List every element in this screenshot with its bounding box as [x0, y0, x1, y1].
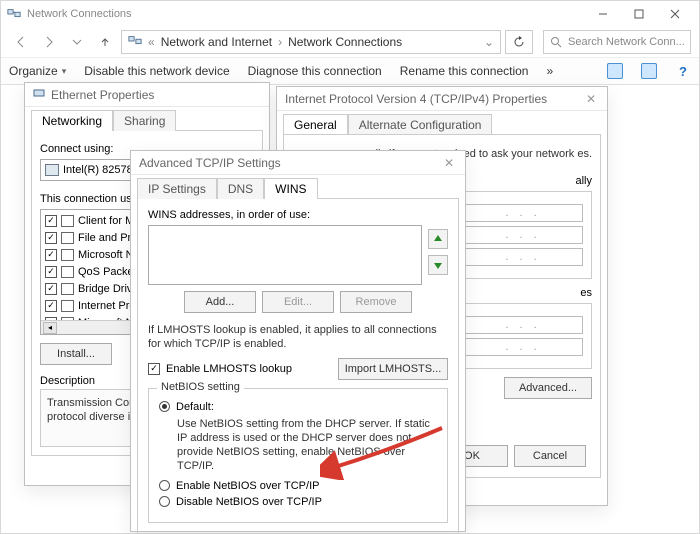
service-icon — [61, 232, 74, 244]
refresh-button[interactable] — [505, 30, 533, 54]
dialog-title: Ethernet Properties — [51, 88, 154, 102]
netbios-enable-radio[interactable] — [159, 480, 170, 491]
enable-lmhosts-checkbox[interactable] — [148, 363, 160, 375]
adapter-icon — [45, 164, 59, 176]
move-up-button[interactable] — [428, 229, 448, 249]
netbios-disable-radio[interactable] — [159, 496, 170, 507]
tab-sharing[interactable]: Sharing — [113, 110, 176, 131]
netbios-default-desc: Use NetBIOS setting from the DHCP server… — [177, 417, 437, 474]
breadcrumb[interactable]: « Network and Internet › Network Connect… — [121, 30, 501, 54]
explorer-command-bar: Organize▾ Disable this network device Di… — [1, 57, 699, 85]
close-icon[interactable]: ✕ — [583, 91, 599, 107]
preview-pane-icon[interactable] — [641, 63, 657, 79]
ip-field: . . . — [463, 204, 583, 222]
search-placeholder: Search Network Conn... — [568, 36, 685, 48]
cancel-button[interactable]: Cancel — [514, 445, 586, 467]
wins-addresses-list[interactable] — [148, 225, 422, 285]
explorer-addressbar: « Network and Internet › Network Connect… — [1, 27, 699, 57]
network-connections-icon — [7, 7, 21, 21]
ip-field: . . . — [463, 226, 583, 244]
adapter-name: Intel(R) 82578 — [63, 164, 133, 176]
view-options-icon[interactable] — [607, 63, 623, 79]
checkbox[interactable] — [45, 232, 57, 244]
import-lmhosts-button[interactable]: Import LMHOSTS... — [338, 358, 448, 380]
chevron-right-icon: › — [278, 35, 282, 49]
tab-general[interactable]: General — [283, 114, 348, 135]
netbios-enable-label: Enable NetBIOS over TCP/IP — [176, 480, 319, 492]
ethernet-properties-titlebar: Ethernet Properties — [25, 83, 269, 107]
service-icon — [61, 300, 74, 312]
service-icon — [61, 215, 74, 227]
advanced-tcpip-titlebar: Advanced TCP/IP Settings ✕ — [131, 151, 465, 175]
maximize-button[interactable] — [621, 2, 657, 26]
wins-addresses-label: WINS addresses, in order of use: — [148, 209, 448, 221]
dialog-title: Internet Protocol Version 4 (TCP/IPv4) P… — [285, 92, 547, 106]
checkbox[interactable] — [45, 283, 57, 295]
lmhosts-hint: If LMHOSTS lookup is enabled, it applies… — [148, 323, 448, 352]
service-icon — [61, 283, 74, 295]
ip-field: . . . — [463, 316, 583, 334]
service-icon — [61, 266, 74, 278]
advanced-tcpip-dialog: Advanced TCP/IP Settings ✕ IP Settings D… — [130, 150, 466, 532]
remove-button[interactable]: Remove — [340, 291, 412, 313]
cmd-diagnose[interactable]: Diagnose this connection — [248, 64, 382, 78]
minimize-button[interactable] — [585, 2, 621, 26]
netbios-legend: NetBIOS setting — [157, 381, 244, 393]
breadcrumb-root[interactable]: Network and Internet — [161, 35, 272, 49]
checkbox[interactable] — [45, 249, 57, 261]
checkbox[interactable] — [45, 266, 57, 278]
tab-dns[interactable]: DNS — [217, 178, 264, 199]
nav-recent[interactable] — [65, 30, 89, 54]
tab-wins[interactable]: WINS — [264, 178, 317, 199]
close-button[interactable] — [657, 2, 693, 26]
search-input[interactable]: Search Network Conn... — [543, 30, 691, 54]
breadcrumb-icon — [128, 34, 142, 51]
ip-field: . . . — [463, 338, 583, 356]
dialog-title: Advanced TCP/IP Settings — [139, 156, 281, 170]
ip-field: . . . — [463, 248, 583, 266]
nav-back[interactable] — [9, 30, 33, 54]
cmd-organize[interactable]: Organize▾ — [9, 64, 66, 78]
tab-alternate-configuration[interactable]: Alternate Configuration — [348, 114, 493, 135]
cmd-disable-device[interactable]: Disable this network device — [84, 64, 229, 78]
ipv4-titlebar: Internet Protocol Version 4 (TCP/IPv4) P… — [277, 87, 607, 111]
checkbox[interactable] — [45, 215, 57, 227]
chevron-left-icon: « — [148, 35, 155, 49]
breadcrumb-dropdown[interactable]: ⌄ — [484, 35, 494, 49]
checkbox[interactable] — [45, 300, 57, 312]
obtain-ip-auto-label: ally — [575, 175, 592, 187]
breadcrumb-leaf[interactable]: Network Connections — [288, 35, 402, 49]
netbios-default-radio[interactable] — [159, 401, 170, 412]
tab-ip-settings[interactable]: IP Settings — [137, 178, 217, 199]
add-button[interactable]: Add... — [184, 291, 256, 313]
netbios-disable-label: Disable NetBIOS over TCP/IP — [176, 496, 322, 508]
explorer-title: Network Connections — [27, 8, 132, 20]
search-icon — [550, 36, 562, 48]
obtain-dns-auto-label: es — [580, 287, 592, 299]
install-button[interactable]: Install... — [40, 343, 112, 365]
netbios-group: NetBIOS setting Default: Use NetBIOS set… — [148, 388, 448, 523]
nav-forward[interactable] — [37, 30, 61, 54]
advanced-button[interactable]: Advanced... — [504, 377, 592, 399]
nic-icon — [33, 87, 45, 102]
explorer-titlebar: Network Connections — [1, 1, 699, 27]
service-icon — [61, 249, 74, 261]
tab-networking[interactable]: Networking — [31, 110, 113, 131]
move-down-button[interactable] — [428, 255, 448, 275]
nav-up[interactable] — [93, 30, 117, 54]
edit-button[interactable]: Edit... — [262, 291, 334, 313]
cmd-rename[interactable]: Rename this connection — [400, 64, 529, 78]
enable-lmhosts-label: Enable LMHOSTS lookup — [166, 363, 292, 375]
help-icon[interactable]: ? — [675, 63, 691, 79]
netbios-default-label: Default: — [176, 401, 214, 413]
scroll-left-icon[interactable]: ◂ — [43, 322, 57, 334]
close-icon[interactable]: ✕ — [441, 155, 457, 171]
cmd-overflow[interactable]: » — [546, 64, 553, 78]
